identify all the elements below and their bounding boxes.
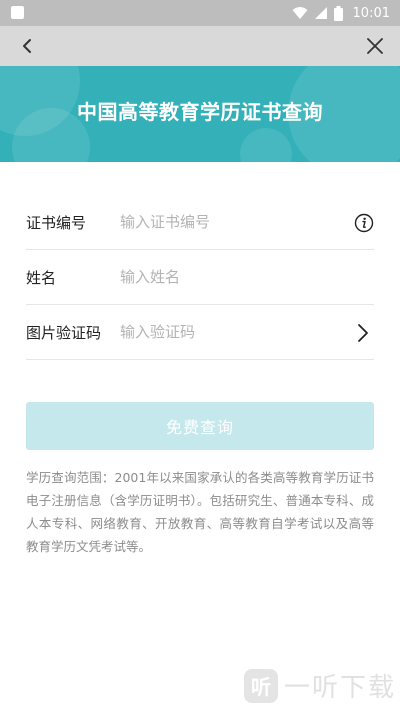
name-input[interactable] (120, 262, 374, 292)
close-icon[interactable] (364, 35, 386, 57)
certificate-number-row: 证书编号 (26, 195, 374, 250)
status-indicators: 10:01 (292, 4, 390, 22)
captcha-row: 图片验证码 (26, 305, 374, 360)
notification-icon (11, 6, 24, 19)
status-bar: 10:01 (0, 0, 400, 26)
info-icon[interactable] (354, 213, 374, 233)
wifi-icon (292, 7, 308, 19)
battery-icon (333, 5, 343, 21)
header-banner: 中国高等教育学历证书查询 (0, 66, 400, 162)
back-arrow-icon[interactable] (16, 35, 38, 57)
signal-icon (314, 7, 327, 19)
certificate-number-label: 证书编号 (26, 213, 87, 232)
query-form: 证书编号 姓名 图片验证码 (26, 195, 374, 360)
captcha-label: 图片验证码 (26, 323, 102, 342)
captcha-input[interactable] (120, 317, 374, 347)
watermark-logo: 听 (243, 668, 278, 703)
header-decoration (240, 128, 292, 162)
status-time: 10:01 (352, 5, 390, 21)
watermark: 听 一听下载 (243, 667, 396, 704)
query-scope-notice: 学历查询范围：2001年以来国家承认的各类高等教育学历证书电子注册信息（含学历证… (26, 470, 374, 554)
watermark-text: 一听下载 (283, 673, 396, 703)
chevron-right-icon[interactable] (356, 322, 370, 344)
name-label: 姓名 (26, 268, 57, 287)
name-row: 姓名 (26, 250, 374, 305)
nav-bar (0, 26, 400, 66)
free-query-button[interactable]: 免费查询 (26, 402, 374, 450)
certificate-number-input[interactable] (120, 207, 374, 237)
page-title: 中国高等教育学历证书查询 (77, 100, 323, 124)
